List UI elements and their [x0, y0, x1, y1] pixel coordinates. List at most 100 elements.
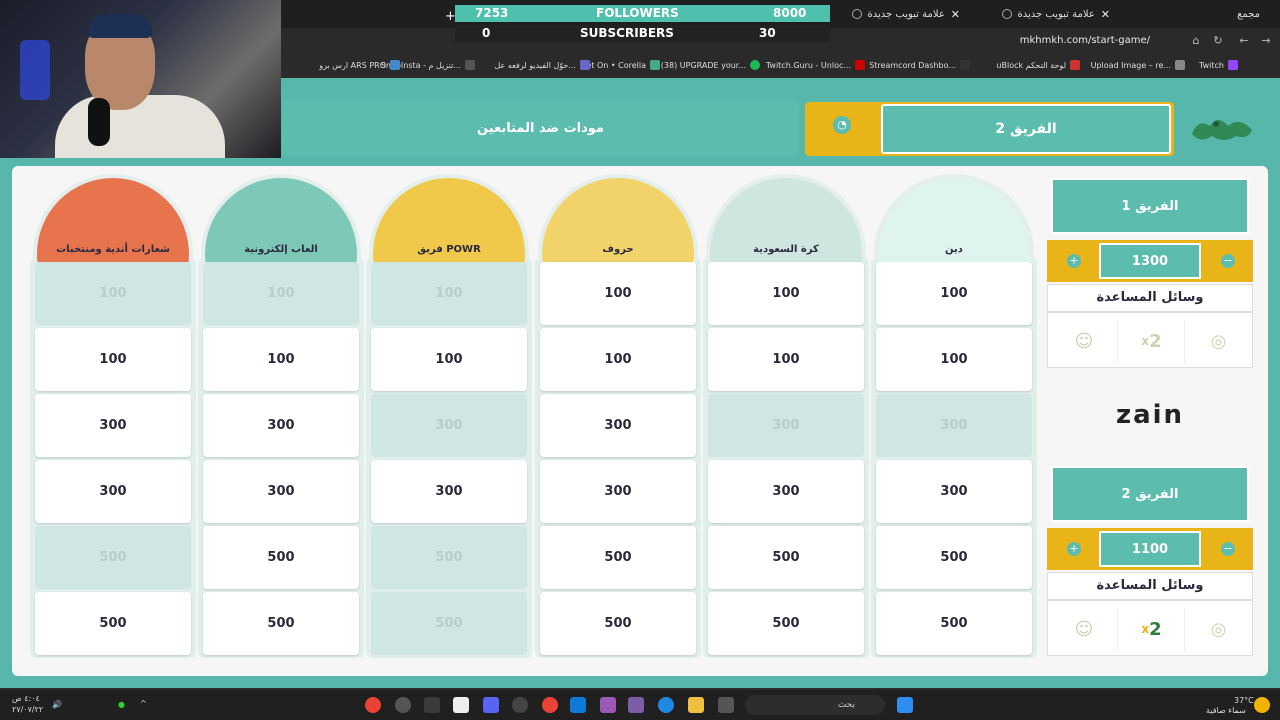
question-cell[interactable]: 300	[876, 460, 1032, 523]
question-cell[interactable]: 500	[35, 592, 191, 655]
question-cell[interactable]: 500	[203, 526, 359, 589]
chevron-up-icon[interactable]: ^	[140, 699, 147, 708]
forward-icon[interactable]: →	[1258, 34, 1274, 50]
home-icon[interactable]: ⌂	[1188, 34, 1204, 50]
volume-icon[interactable]: 🔊	[52, 700, 62, 709]
close-icon[interactable]: ✕	[1101, 8, 1110, 21]
app-icon[interactable]	[628, 697, 644, 713]
question-cell[interactable]: 300	[203, 460, 359, 523]
bookmark[interactable]: Twitch.Guru - Unloc...	[766, 60, 865, 70]
call-friend-icon[interactable]: ☺	[1050, 319, 1118, 363]
chrome-icon[interactable]	[365, 697, 381, 713]
question-cell[interactable]: 500	[708, 592, 864, 655]
edge-icon[interactable]	[658, 697, 674, 713]
plus-icon[interactable]: +	[1067, 542, 1081, 556]
clock-date[interactable]: ٢٧/٠٧/٢٢	[12, 705, 43, 714]
stream-goal-overlay: + 7253 FOLLOWERS 8000 0 SUBSCRIBERS 30	[445, 4, 830, 42]
question-cell[interactable]: 300	[35, 460, 191, 523]
bookmark[interactable]: حوّل الفيديو لرفعه عل...	[495, 60, 590, 70]
outlook-icon[interactable]	[570, 697, 586, 713]
globe-icon	[1001, 9, 1012, 19]
question-cell: 500	[35, 526, 191, 589]
bookmarks-bar: Twitch Upload Image – re... uBlock لوحة …	[280, 56, 1280, 78]
sponsor-logo: zain	[1115, 400, 1185, 430]
category-card: العاب إلكترونية	[201, 174, 361, 262]
question-cell[interactable]: 300	[203, 394, 359, 457]
question-cell[interactable]: 500	[540, 526, 696, 589]
question-cell[interactable]: 300	[35, 394, 191, 457]
current-turn-banner: ◔ الفريق 2	[805, 102, 1174, 156]
search-input[interactable]: بحث	[745, 695, 885, 715]
plus-icon[interactable]: +	[1067, 254, 1081, 268]
question-cell[interactable]: 300	[371, 460, 527, 523]
start-icon[interactable]	[897, 697, 913, 713]
question-cell[interactable]: 100	[876, 328, 1032, 391]
question-cell[interactable]: 300	[540, 394, 696, 457]
back-icon[interactable]: ←	[1236, 34, 1252, 50]
question-cell[interactable]: 100	[708, 262, 864, 325]
discord-icon[interactable]	[483, 697, 499, 713]
download-icon	[580, 60, 590, 70]
reload-icon[interactable]: ↻	[1210, 34, 1226, 50]
obs-icon[interactable]	[453, 697, 469, 713]
ublock-icon	[1070, 60, 1080, 70]
mic-icon[interactable]: ●	[118, 700, 125, 709]
question-cell[interactable]: 100	[203, 328, 359, 391]
weather-temp: 37°C	[1234, 696, 1254, 705]
question-cell: 100	[371, 262, 527, 325]
question-cell[interactable]: 100	[371, 328, 527, 391]
double-points-button[interactable]: x2	[1117, 319, 1185, 363]
question-cell: 300	[371, 394, 527, 457]
app-icon[interactable]	[512, 697, 528, 713]
minus-icon[interactable]: −	[1221, 542, 1235, 556]
question-cell[interactable]: 500	[876, 526, 1032, 589]
app-icon[interactable]	[424, 697, 440, 713]
question-cell[interactable]: 500	[540, 592, 696, 655]
question-cell: 300	[708, 394, 864, 457]
tab-2[interactable]: ✕ علامة تبويب جديدة	[960, 4, 1110, 24]
app-icon[interactable]	[395, 697, 411, 713]
clock-time[interactable]: ٤:٠٤ ص	[12, 694, 40, 703]
double-points-button[interactable]: x2	[1117, 607, 1185, 651]
youtube-icon	[855, 60, 865, 70]
category-card: حروف	[538, 174, 698, 262]
bookmark[interactable]: Streamcord Dashbo...	[869, 60, 970, 70]
category-label: فريق POWR	[417, 244, 481, 255]
question-cell[interactable]: 100	[708, 328, 864, 391]
team1-score: 1300	[1099, 243, 1201, 279]
question-cell: 500	[371, 592, 527, 655]
app-icon[interactable]	[718, 697, 734, 713]
bookmark[interactable]: Twitch	[1199, 60, 1238, 70]
close-icon[interactable]: ✕	[951, 8, 960, 21]
question-cell[interactable]: 300	[708, 460, 864, 523]
timer-icon[interactable]: ◔	[833, 116, 851, 134]
bookmark[interactable]: Upload Image – re...	[1091, 60, 1185, 70]
bookmark[interactable]: (38) UPGRADE your...	[661, 60, 760, 70]
bookmark[interactable]: Let On • Corella	[582, 60, 660, 70]
tab-1[interactable]: مجمع	[1120, 4, 1260, 24]
question-cell[interactable]: 100	[540, 328, 696, 391]
bookmark[interactable]: ارس برو ARS PRO	[319, 60, 400, 70]
question-cell: 100	[35, 262, 191, 325]
question-cell[interactable]: 500	[708, 526, 864, 589]
minus-icon[interactable]: −	[1221, 254, 1235, 268]
app-icon[interactable]	[600, 697, 616, 713]
question-cell[interactable]: 500	[876, 592, 1032, 655]
team2-aids: ☺ x2 ◎	[1047, 600, 1253, 656]
skip-icon[interactable]: ◎	[1184, 607, 1252, 651]
skip-icon[interactable]: ◎	[1184, 319, 1252, 363]
question-cell[interactable]: 500	[203, 592, 359, 655]
question-cell[interactable]: 100	[876, 262, 1032, 325]
question-cell[interactable]: 100	[35, 328, 191, 391]
weather-icon[interactable]	[1254, 697, 1270, 713]
team2-aids-title: وسائل المساعدة	[1047, 572, 1253, 600]
folder-icon[interactable]	[688, 697, 704, 713]
site-logo[interactable]	[1188, 108, 1258, 148]
chrome-icon[interactable]	[542, 697, 558, 713]
url-field[interactable]: mkhmkh.com/start-game/	[1020, 35, 1150, 46]
question-cell[interactable]: 300	[540, 460, 696, 523]
call-friend-icon[interactable]: ☺	[1050, 607, 1118, 651]
tab-3[interactable]: ✕ علامة تبويب جديدة	[820, 4, 960, 24]
bookmark[interactable]: uBlock لوحة التحكم	[996, 60, 1080, 70]
question-cell[interactable]: 100	[540, 262, 696, 325]
